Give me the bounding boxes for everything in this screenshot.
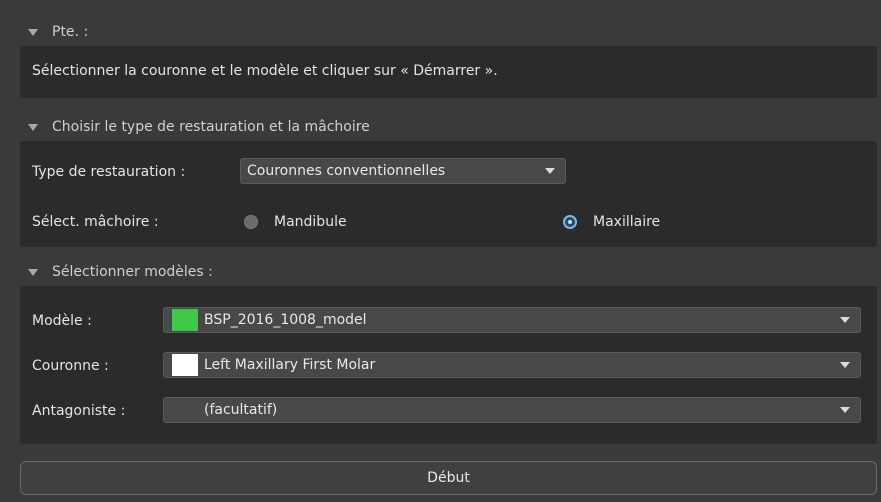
jaw-label: Sélect. mâchoire : (32, 214, 159, 230)
models-section-title: Sélectionner modèles : (52, 264, 213, 280)
collapse-triangle-icon[interactable] (28, 123, 38, 131)
mandibule-label[interactable]: Mandibule (274, 214, 347, 230)
antagonist-dropdown[interactable]: (facultatif) (163, 397, 861, 423)
instruction-text: Sélectionner la couronne et le modèle et… (32, 63, 498, 79)
restoration-panel: Type de restauration : Couronnes convent… (20, 141, 877, 247)
restoration-section-header[interactable]: Choisir le type de restauration et la mâ… (14, 113, 370, 141)
antagonist-label: Antagoniste : (32, 403, 126, 419)
crown-dropdown[interactable]: Left Maxillary First Molar (163, 352, 861, 378)
radio-maxillaire[interactable] (563, 215, 577, 229)
maxillaire-label[interactable]: Maxillaire (593, 214, 660, 230)
pte-panel: Sélectionner la couronne et le modèle et… (20, 46, 877, 98)
model-dropdown[interactable]: BSP_2016_1008_model (163, 307, 861, 333)
collapse-triangle-icon[interactable] (28, 28, 38, 36)
radio-mandibule[interactable] (244, 215, 258, 229)
restoration-type-label: Type de restauration : (32, 164, 186, 180)
dialog-window: Pte. : Sélectionner la couronne et le mo… (0, 0, 881, 502)
crown-label: Couronne : (32, 358, 109, 374)
crown-value: Left Maxillary First Molar (204, 357, 376, 373)
models-section-header[interactable]: Sélectionner modèles : (14, 258, 213, 286)
pte-section-header[interactable]: Pte. : (14, 18, 88, 46)
model-value: BSP_2016_1008_model (204, 312, 367, 328)
start-button-label: Début (427, 470, 470, 486)
restoration-type-dropdown[interactable]: Couronnes conventionnelles (240, 158, 566, 184)
collapse-triangle-icon[interactable] (28, 268, 38, 276)
chevron-down-icon (545, 168, 555, 174)
start-button[interactable]: Début (20, 461, 877, 495)
chevron-down-icon (840, 362, 850, 368)
model-color-swatch (172, 309, 198, 331)
restoration-type-value: Couronnes conventionnelles (247, 163, 446, 179)
restoration-section-title: Choisir le type de restauration et la mâ… (52, 119, 370, 135)
chevron-down-icon (840, 407, 850, 413)
pte-section-title: Pte. : (52, 24, 89, 40)
chevron-down-icon (840, 317, 850, 323)
models-panel: Modèle : BSP_2016_1008_model Couronne : … (20, 286, 877, 444)
antagonist-value: (facultatif) (204, 402, 278, 418)
model-label: Modèle : (32, 313, 92, 329)
crown-color-swatch (172, 354, 198, 376)
